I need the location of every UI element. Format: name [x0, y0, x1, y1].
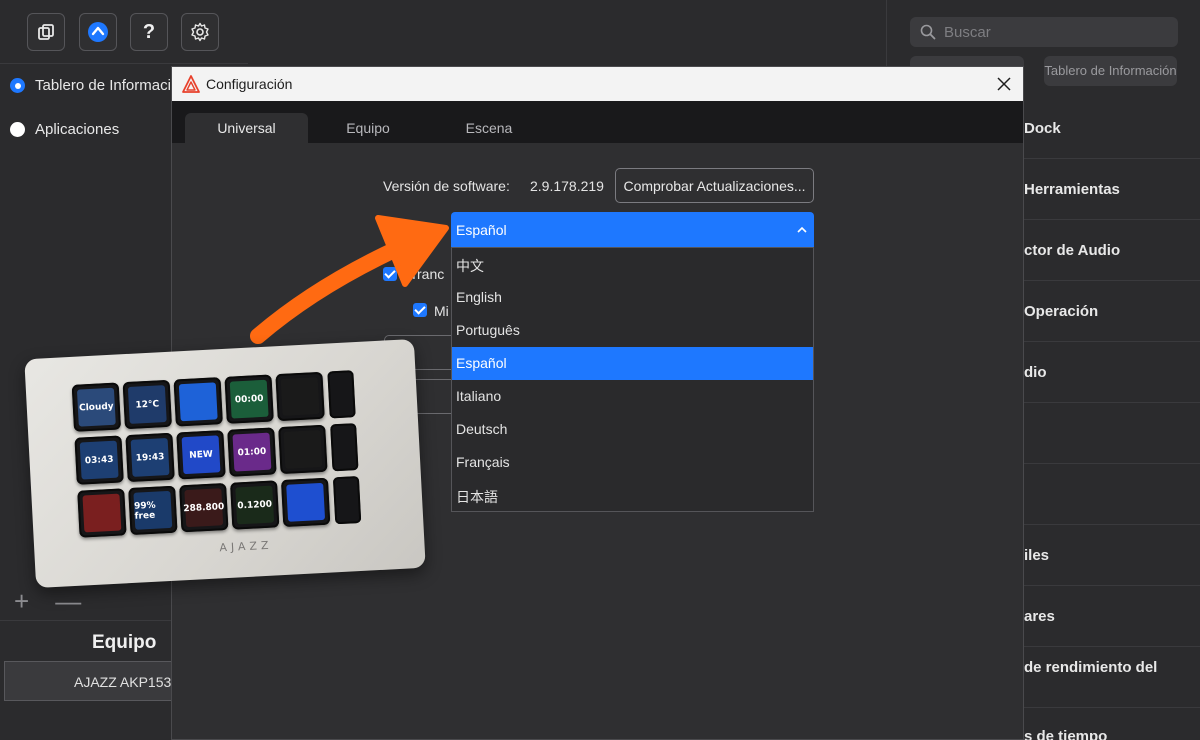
device-key [275, 371, 325, 422]
language-option-selected[interactable]: Español [452, 347, 813, 380]
device-key-screen [283, 429, 323, 469]
copy-profile-button[interactable] [27, 13, 65, 51]
gear-icon [191, 22, 209, 42]
device-key-screen: 99% free [133, 490, 173, 530]
search-icon [920, 24, 936, 40]
profile-controls: + — [14, 588, 81, 614]
device-key-screen: 288.800 [183, 488, 225, 528]
category-label: s de tiempo [1024, 728, 1108, 740]
language-option[interactable]: Italiano [452, 380, 813, 413]
language-label: Idiomas: [383, 222, 436, 238]
software-version-label: Versión de software: [383, 178, 510, 194]
device-key: 288.800 [179, 482, 229, 533]
category-label: Herramientas [1024, 181, 1120, 198]
minimize-checkbox[interactable] [413, 303, 427, 317]
device-key [278, 424, 328, 475]
language-select[interactable]: Español [451, 212, 814, 247]
language-option[interactable]: Français [452, 446, 813, 479]
radio-dashboard[interactable]: Tablero de Información [10, 77, 188, 94]
language-select-value: Español [456, 222, 507, 238]
help-button[interactable]: ? [130, 13, 168, 51]
category-label: iles [1024, 547, 1050, 564]
radio-applications[interactable]: Aplicaciones [10, 121, 119, 138]
device-side-key [332, 476, 362, 525]
language-option[interactable]: Deutsch [452, 413, 813, 446]
search-input[interactable] [944, 23, 1164, 41]
category-label: Operación [1024, 303, 1099, 320]
category-label: Dock [1024, 120, 1061, 137]
device-key-screen: Cloudy [76, 387, 116, 427]
remove-profile-button[interactable]: — [55, 588, 81, 614]
category-label: ares [1024, 608, 1055, 625]
tab-dashboard[interactable]: Tablero de Información [1044, 56, 1177, 86]
dialog-tabs: Universal Equipo Escena [172, 101, 1023, 143]
device-side-key [330, 423, 359, 472]
device-key: 19:43 [125, 432, 175, 483]
device-key: 12°C [122, 379, 173, 430]
ajazz-logo-icon [182, 75, 200, 93]
radio-label: Tablero de Información [35, 77, 188, 94]
copy-icon [38, 24, 54, 40]
device-key-screen: 03:43 [79, 440, 119, 480]
radio-button-checked[interactable] [10, 78, 25, 93]
startup-label: Arranc [403, 266, 445, 282]
device-key-screen: 00:00 [229, 379, 269, 419]
add-profile-button[interactable]: + [14, 588, 29, 614]
question-icon: ? [142, 20, 156, 43]
radio-button[interactable] [10, 122, 25, 137]
device-photo: Cloudy 12°C 00:00 03:43 19:43 NEW 01:00 99% fre… [24, 338, 426, 589]
dialog-title: Configuración [206, 76, 293, 92]
device-key [77, 488, 127, 538]
language-option[interactable]: 日本語 [452, 479, 813, 512]
software-version-value: 2.9.178.219 [530, 178, 604, 194]
device-key-screen [280, 377, 320, 416]
language-dropdown: 中文 English Português Español Italiano De… [451, 247, 814, 512]
search-box[interactable] [910, 17, 1178, 47]
store-button[interactable] [79, 13, 117, 51]
device-key: 00:00 [224, 374, 274, 424]
device-brand-logo: AJAZZ [219, 538, 273, 555]
language-option[interactable]: English [452, 281, 813, 314]
category-label: ctor de Audio [1024, 242, 1121, 259]
settings-button[interactable] [181, 13, 219, 51]
device-key [280, 477, 331, 528]
radio-label: Aplicaciones [35, 121, 120, 138]
device-key: 99% free [128, 485, 178, 536]
language-option[interactable]: 中文 [452, 248, 813, 281]
device-section-title: Equipo [92, 632, 157, 653]
device-key-screen [178, 382, 218, 422]
toolbar: ? [0, 0, 248, 64]
device-key-screen: 19:43 [130, 437, 170, 477]
device-key: 0.1200 [230, 480, 280, 530]
device-key: 03:43 [74, 435, 124, 485]
device-key-screen: 01:00 [232, 432, 272, 472]
tab-equipo[interactable]: Equipo [318, 113, 418, 143]
device-key-screen: 12°C [127, 385, 167, 424]
language-option[interactable]: Português [452, 314, 813, 347]
device-key-screen: NEW [181, 435, 221, 475]
close-icon[interactable] [997, 77, 1011, 91]
device-key-screen [286, 482, 326, 522]
tab-escena[interactable]: Escena [439, 113, 539, 143]
device-key: Cloudy [71, 382, 122, 432]
device-key: NEW [176, 430, 226, 480]
device-key [173, 377, 223, 427]
device-key: 01:00 [227, 427, 277, 477]
device-side-key [327, 370, 356, 419]
store-icon [88, 22, 108, 42]
device-key-screen [82, 493, 122, 533]
category-label: dio [1024, 364, 1047, 381]
minimize-label: Mi [434, 303, 449, 319]
startup-checkbox[interactable] [383, 267, 397, 281]
dialog-title-bar: Configuración [172, 67, 1023, 101]
category-label: de rendimiento del [1024, 659, 1158, 676]
check-updates-button[interactable]: Comprobar Actualizaciones... [615, 168, 814, 203]
chevron-up-icon [797, 226, 807, 233]
tab-universal[interactable]: Universal [185, 113, 308, 143]
device-key-screen: 0.1200 [235, 485, 275, 525]
